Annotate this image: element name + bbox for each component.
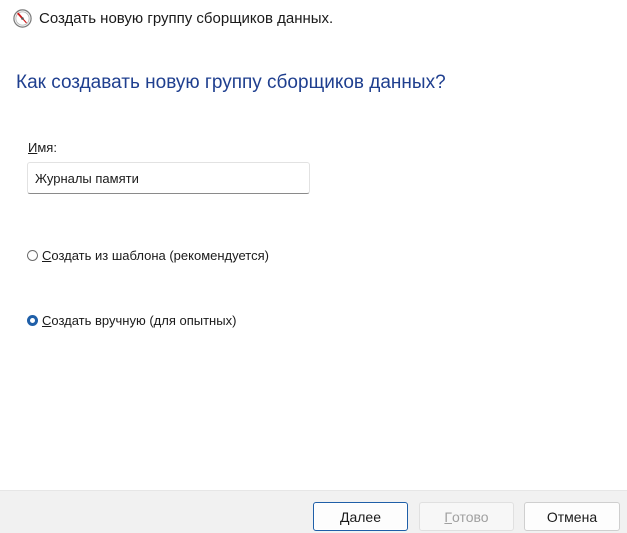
performance-monitor-icon — [13, 9, 32, 28]
radio-from-template[interactable]: Создать из шаблона (рекомендуется) — [27, 248, 269, 263]
cancel-button[interactable]: Отмена — [524, 502, 620, 531]
radio-manual[interactable]: Создать вручную (для опытных) — [27, 313, 236, 328]
finish-button: Готово — [419, 502, 514, 531]
name-label-accel: И — [28, 140, 38, 155]
window-title: Создать новую группу сборщиков данных. — [39, 10, 334, 27]
radio-from-template-circle[interactable] — [27, 250, 38, 261]
page-heading: Как создавать новую группу сборщиков дан… — [16, 72, 446, 93]
title-bar: Создать новую группу сборщиков данных. — [0, 0, 627, 38]
name-label: Имя: — [28, 140, 57, 155]
name-label-rest: мя: — [37, 140, 57, 155]
radio-from-template-label[interactable]: Создать из шаблона (рекомендуется) — [42, 248, 269, 263]
name-input[interactable] — [27, 162, 310, 194]
wizard-window: Создать новую группу сборщиков данных. К… — [0, 0, 627, 533]
next-button[interactable]: Далее — [313, 502, 408, 531]
radio-manual-label[interactable]: Создать вручную (для опытных) — [42, 313, 236, 328]
radio-manual-circle[interactable] — [27, 315, 38, 326]
button-bar: Далее Готово Отмена — [0, 490, 627, 533]
